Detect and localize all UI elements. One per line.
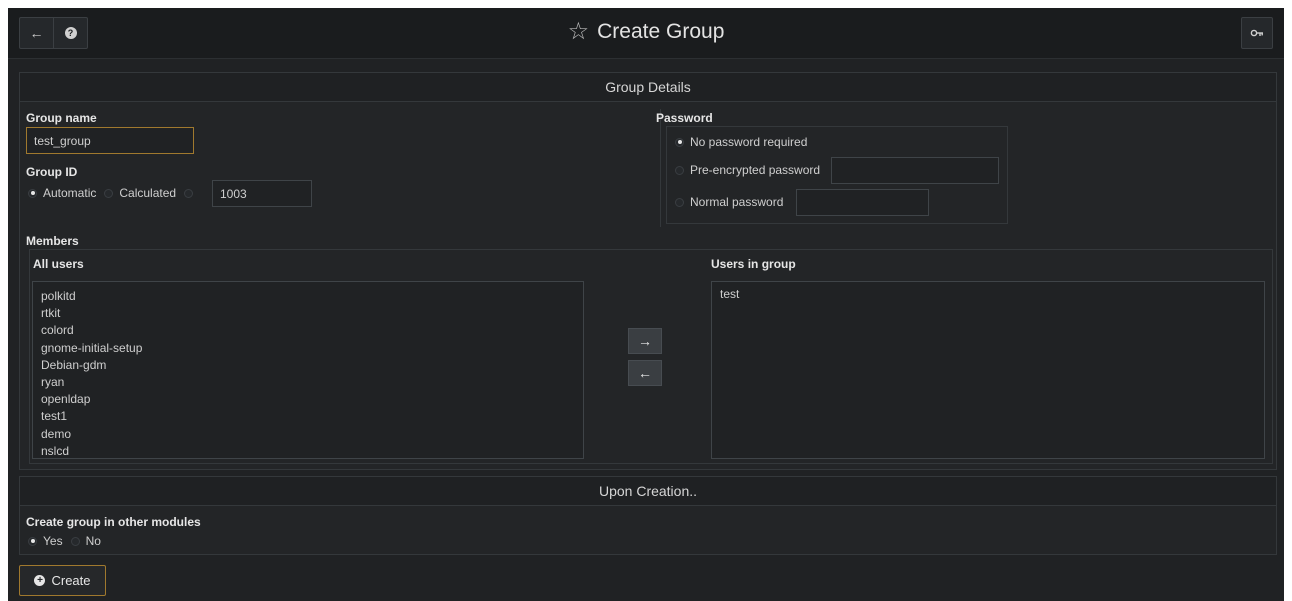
list-item[interactable]: ryan — [33, 374, 583, 391]
group-id-automatic-radio[interactable] — [28, 188, 37, 198]
page-title-wrap: ☆ Create Group — [8, 8, 1284, 56]
key-icon — [1250, 29, 1263, 37]
arrow-right-icon: → — [638, 333, 652, 349]
list-item[interactable]: test — [712, 286, 1264, 303]
password-normal-row: Normal password — [675, 195, 783, 209]
password-pre-encrypted-label: Pre-encrypted password — [690, 163, 821, 177]
password-pre-encrypted-row: Pre-encrypted password — [675, 163, 820, 177]
star-icon[interactable]: ☆ — [568, 20, 590, 44]
back-button[interactable]: ← — [20, 18, 53, 48]
list-item[interactable]: gnome-initial-setup — [33, 340, 583, 357]
pre-encrypted-password-input[interactable] — [831, 157, 999, 184]
arrow-left-icon: ← — [638, 365, 652, 381]
list-item[interactable]: nslcd — [33, 443, 583, 458]
create-button[interactable]: + Create — [19, 565, 106, 596]
remove-from-group-button[interactable]: ← — [628, 360, 662, 386]
normal-password-input[interactable] — [796, 189, 929, 216]
group-id-custom-radio[interactable] — [184, 188, 194, 198]
other-modules-options: Yes No — [28, 534, 101, 548]
group-id-calculated-label: Calculated — [119, 186, 177, 200]
upon-creation-heading: Upon Creation.. — [20, 477, 1276, 506]
other-modules-no-radio[interactable] — [70, 536, 80, 546]
password-none-label: No password required — [690, 135, 808, 149]
members-box: All users polkitd rtkit colord gnome-ini… — [29, 249, 1273, 464]
create-button-label: Create — [51, 573, 91, 588]
password-label: Password — [656, 111, 713, 125]
password-normal-label: Normal password — [690, 195, 784, 209]
other-modules-yes-radio[interactable] — [28, 536, 37, 546]
list-item[interactable]: openldap — [33, 391, 583, 408]
password-pre-encrypted-radio[interactable] — [675, 165, 684, 175]
back-arrow-icon: ← — [29, 25, 44, 41]
list-item[interactable]: test1 — [33, 408, 583, 425]
group-details-heading: Group Details — [20, 73, 1276, 102]
list-item[interactable]: demo — [33, 426, 583, 443]
all-users-list[interactable]: polkitd rtkit colord gnome-initial-setup… — [32, 281, 584, 459]
group-id-input[interactable] — [212, 180, 312, 207]
group-details-panel: Group Details Group name Group ID Automa… — [19, 72, 1277, 470]
other-modules-no-label: No — [85, 534, 101, 548]
password-options-box: No password required Pre-encrypted passw… — [666, 126, 1008, 224]
list-item[interactable]: Debian-gdm — [33, 357, 583, 374]
page-title: Create Group — [597, 20, 725, 43]
key-button[interactable] — [1241, 17, 1273, 49]
group-id-calculated-radio[interactable] — [104, 188, 114, 198]
details-divider — [660, 109, 661, 227]
list-item[interactable]: polkitd — [33, 288, 583, 305]
upon-creation-panel: Upon Creation.. Create group in other mo… — [19, 476, 1277, 555]
other-modules-yes-label: Yes — [43, 534, 63, 548]
help-icon: ? — [64, 27, 77, 39]
group-name-label: Group name — [26, 111, 97, 125]
users-in-group-list[interactable]: test — [711, 281, 1265, 459]
group-name-input[interactable] — [26, 127, 194, 154]
app-frame: ← ? ☆ Create Group Group Details Group n… — [8, 8, 1284, 601]
password-none-row: No password required — [675, 135, 807, 149]
header-button-group: ← ? — [19, 17, 88, 49]
other-modules-label: Create group in other modules — [26, 515, 201, 529]
add-to-group-button[interactable]: → — [628, 328, 662, 354]
users-in-group-label: Users in group — [711, 257, 796, 271]
members-label: Members — [26, 234, 79, 248]
page-header: ← ? ☆ Create Group — [8, 8, 1284, 59]
password-none-radio[interactable] — [675, 137, 684, 147]
list-item[interactable]: colord — [33, 322, 583, 339]
password-normal-radio[interactable] — [675, 197, 684, 207]
group-id-label: Group ID — [26, 165, 78, 179]
plus-circle-icon: + — [34, 575, 46, 586]
list-item[interactable]: rtkit — [33, 305, 583, 322]
help-button[interactable]: ? — [53, 18, 87, 48]
group-id-options: Automatic Calculated — [28, 186, 199, 200]
group-id-automatic-label: Automatic — [43, 186, 97, 200]
all-users-label: All users — [33, 257, 84, 271]
